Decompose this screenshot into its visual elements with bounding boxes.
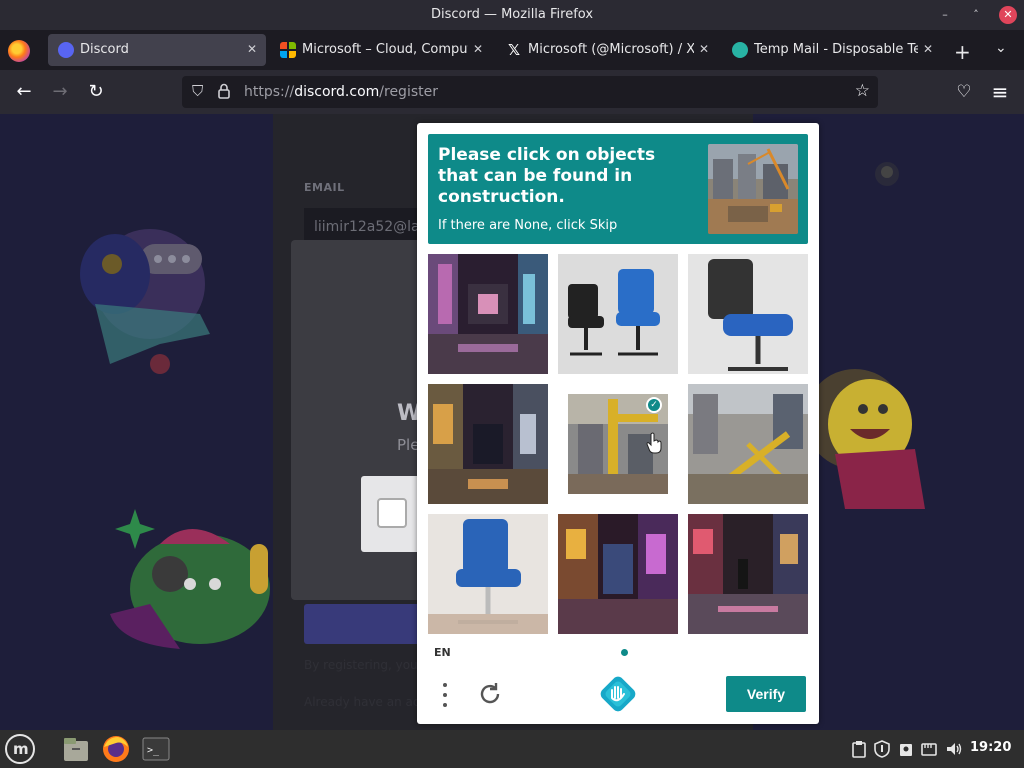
hand-cursor-icon xyxy=(646,432,662,454)
email-label: EMAIL xyxy=(304,181,345,194)
back-button[interactable]: ← xyxy=(13,81,35,103)
tab-microsoft[interactable]: Microsoft – Cloud, Compute ✕ xyxy=(270,34,492,66)
tab-microsoft-x[interactable]: 𝕏 Microsoft (@Microsoft) / X ✕ xyxy=(496,34,718,66)
shield-update-icon[interactable] xyxy=(874,740,890,758)
tab-close-icon[interactable]: ✕ xyxy=(244,41,260,57)
image-black-blue-office-chair xyxy=(688,254,808,374)
tab-temp-mail[interactable]: Temp Mail - Disposable Tem ✕ xyxy=(722,34,942,66)
tab-close-icon[interactable]: ✕ xyxy=(696,41,712,57)
files-icon[interactable] xyxy=(60,733,92,765)
url-bar[interactable]: ⛉ https://discord.com/register ☆ xyxy=(182,76,878,108)
captcha-challenge: Please click on objects that can be foun… xyxy=(417,123,819,724)
clock[interactable]: 19:20 xyxy=(970,740,1011,755)
image-blue-office-chair xyxy=(428,514,548,634)
challenge-prompt: Please click on objects that can be foun… xyxy=(428,134,808,244)
prompt-hint: If there are None, click Skip xyxy=(438,218,618,233)
menu-dots-icon[interactable] xyxy=(439,681,451,711)
image-construction-site-crane xyxy=(688,384,808,504)
image-rainy-neon-street xyxy=(688,514,808,634)
forward-button[interactable]: → xyxy=(49,81,71,103)
challenge-image-9[interactable] xyxy=(688,514,808,634)
terminal-icon[interactable]: >_ xyxy=(140,733,172,765)
challenge-image-6[interactable] xyxy=(688,384,808,504)
volume-icon[interactable] xyxy=(946,740,962,758)
minimize-button[interactable]: – xyxy=(936,6,954,24)
close-window-button[interactable]: ✕ xyxy=(999,6,1017,24)
clipboard-icon[interactable] xyxy=(852,740,866,758)
background-illustration-right xyxy=(805,369,925,509)
example-image-construction xyxy=(708,144,798,234)
verify-button[interactable]: Verify xyxy=(726,676,806,712)
network-icon[interactable] xyxy=(921,740,937,758)
url-text[interactable]: https://discord.com/register xyxy=(244,84,438,100)
tracking-protection-icon[interactable]: ⛉ xyxy=(192,82,203,100)
tab-strip: Discord ✕ Microsoft – Cloud, Compute ✕ 𝕏… xyxy=(0,30,1024,70)
new-tab-button[interactable]: + xyxy=(954,40,971,64)
challenge-image-4[interactable] xyxy=(428,384,548,504)
selected-check-icon: ✓ xyxy=(646,397,662,413)
image-neon-street-lights xyxy=(558,514,678,634)
prompt-text: Please click on objects that can be foun… xyxy=(438,145,656,207)
image-two-blue-office-chairs xyxy=(558,254,678,374)
microsoft-icon xyxy=(280,42,296,58)
taskbar: m >_ 19:20 xyxy=(0,730,1024,768)
discord-icon xyxy=(58,42,74,58)
linux-mint-menu-button[interactable]: m xyxy=(5,734,35,764)
image-blurry-night-street xyxy=(428,384,548,504)
background-illustration-bottom xyxy=(110,509,270,649)
app-menu-button[interactable]: ≡ xyxy=(989,81,1011,103)
window-titlebar: Discord — Mozilla Firefox – ˄ ✕ xyxy=(0,0,1024,30)
window-title: Discord — Mozilla Firefox xyxy=(430,7,594,22)
tab-close-icon[interactable]: ✕ xyxy=(920,41,936,57)
tab-label: Discord xyxy=(80,42,129,57)
tab-close-icon[interactable]: ✕ xyxy=(470,41,486,57)
maximize-button[interactable]: ˄ xyxy=(967,6,985,24)
list-all-tabs-button[interactable]: ⌄ xyxy=(995,40,1007,56)
background-figure-icon xyxy=(875,162,899,186)
tab-label: Microsoft – Cloud, Compute xyxy=(302,42,468,57)
pocket-icon[interactable]: ♡ xyxy=(953,81,975,103)
x-icon: 𝕏 xyxy=(507,41,521,59)
firefox-view-icon[interactable] xyxy=(8,40,30,62)
background-illustration-left xyxy=(80,229,210,374)
tab-discord[interactable]: Discord ✕ xyxy=(48,34,266,66)
challenge-page-indicator xyxy=(621,649,628,656)
challenge-image-8[interactable] xyxy=(558,514,678,634)
lock-icon[interactable] xyxy=(218,83,230,99)
tab-label: Temp Mail - Disposable Tem xyxy=(754,42,918,57)
challenge-image-1[interactable] xyxy=(428,254,548,374)
image-blurry-neon-street xyxy=(428,254,548,374)
tempmail-icon xyxy=(732,42,748,58)
captcha-checkbox[interactable] xyxy=(377,498,407,528)
user-icon[interactable] xyxy=(899,740,913,758)
firefox-icon[interactable] xyxy=(100,733,132,765)
challenge-image-3[interactable] xyxy=(688,254,808,374)
navigation-toolbar: ← → ↻ ⛉ https://discord.com/register ☆ ♡… xyxy=(0,70,1024,114)
language-selector[interactable]: EN xyxy=(434,646,451,659)
challenge-image-7[interactable] xyxy=(428,514,548,634)
tab-label: Microsoft (@Microsoft) / X xyxy=(528,42,694,57)
bookmark-star-icon[interactable]: ☆ xyxy=(855,81,870,101)
hcaptcha-logo-icon xyxy=(600,676,636,712)
svg-text:>_: >_ xyxy=(147,745,160,756)
reload-button[interactable]: ↻ xyxy=(85,81,107,103)
refresh-icon[interactable] xyxy=(477,681,503,707)
challenge-image-2[interactable] xyxy=(558,254,678,374)
